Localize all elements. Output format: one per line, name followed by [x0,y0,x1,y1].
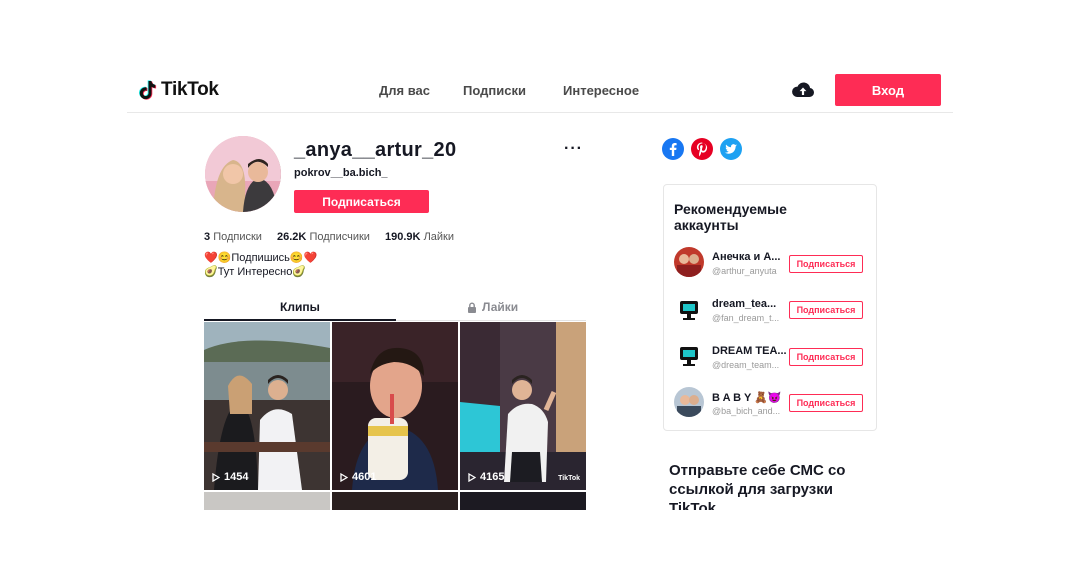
nav-following[interactable]: Подписки [463,83,526,98]
nav-discover[interactable]: Интересное [563,83,639,98]
account-name-2[interactable]: dream_tea... [712,298,776,310]
tab-likes-label: Лайки [482,300,519,314]
header-divider [127,112,953,113]
video-views-2: 4601 [340,471,376,483]
video-views-3: 4165 [468,471,504,483]
pinterest-share-icon[interactable] [691,138,713,160]
tab-likes[interactable]: Лайки [467,300,518,314]
account-avatar-3[interactable] [674,341,704,371]
account-name-3[interactable]: DREAM TEA... [712,345,787,357]
play-icon [212,472,220,482]
recommended-title: Рекомендуемые аккаунты [674,201,787,233]
tiktok-note-icon [139,79,157,100]
bio-line-2: 🥑Тут Интересно🥑 [204,266,307,278]
profile-nickname: pokrov__ba.bich_ [294,167,388,179]
lock-icon [468,302,476,313]
follow-button[interactable]: Подписаться [294,190,429,213]
account-avatar-1[interactable] [674,247,704,277]
play-icon [340,472,348,482]
tv-logo-icon [680,347,698,366]
followers-label: Подписчики [309,231,370,243]
account-name-4[interactable]: B A B Y 🧸😈 [712,391,782,404]
nav-for-you[interactable]: Для вас [379,83,430,98]
video-tile-3[interactable]: 4165 TikTok [460,322,586,490]
follow-account-button-3[interactable]: Подписаться [789,348,863,366]
twitter-share-icon[interactable] [720,138,742,160]
logo-text: TikTok [161,79,219,100]
video-tile-4[interactable] [204,492,330,512]
video-tile-2[interactable]: 4601 [332,322,458,490]
video-tile-1[interactable]: 1454 [204,322,330,490]
upload-cloud-icon[interactable] [791,80,815,100]
follow-account-button-2[interactable]: Подписаться [789,301,863,319]
follow-account-button-4[interactable]: Подписаться [789,394,863,412]
account-handle-3: @dream_team... [712,360,780,370]
likes-count: 190.9K [385,231,421,243]
account-avatar-2[interactable] [674,295,704,325]
account-handle-2: @fan_dream_t... [712,313,780,323]
bottom-whitespace [0,510,1080,578]
account-handle-1: @arthur_anyuta [712,266,777,276]
facebook-share-icon[interactable] [662,138,684,160]
account-handle-4: @ba_bich_and... [712,406,781,416]
followers-count: 26.2K [277,231,307,243]
video-tile-5[interactable] [332,492,458,512]
profile-stats: 3 Подписки 26.2K Подписчики 190.9K Лайки [204,231,454,243]
tiktok-logo[interactable]: TikTok [139,78,219,102]
following-label: Подписки [213,231,262,243]
tab-divider [396,320,586,321]
login-button[interactable]: Вход [835,74,941,106]
likes-label: Лайки [423,231,455,243]
video-views-1: 1454 [212,471,248,483]
tab-clips[interactable]: Клипы [280,300,320,314]
bio-line-1: ❤️😊Подпишись😊❤️ [204,252,318,264]
play-icon [468,472,476,482]
account-name-1[interactable]: Анечка и А... [712,251,780,263]
follow-account-button-1[interactable]: Подписаться [789,255,863,273]
account-avatar-4[interactable] [674,387,704,417]
video-tile-6[interactable] [460,492,586,512]
tv-logo-icon [680,301,698,320]
profile-username: _anya__artur_20 [294,139,457,161]
video-watermark: TikTok [558,475,580,482]
tab-active-underline [204,319,396,321]
profile-avatar [205,136,281,212]
more-options-icon[interactable]: ··· [564,140,583,158]
following-count: 3 [204,231,211,243]
